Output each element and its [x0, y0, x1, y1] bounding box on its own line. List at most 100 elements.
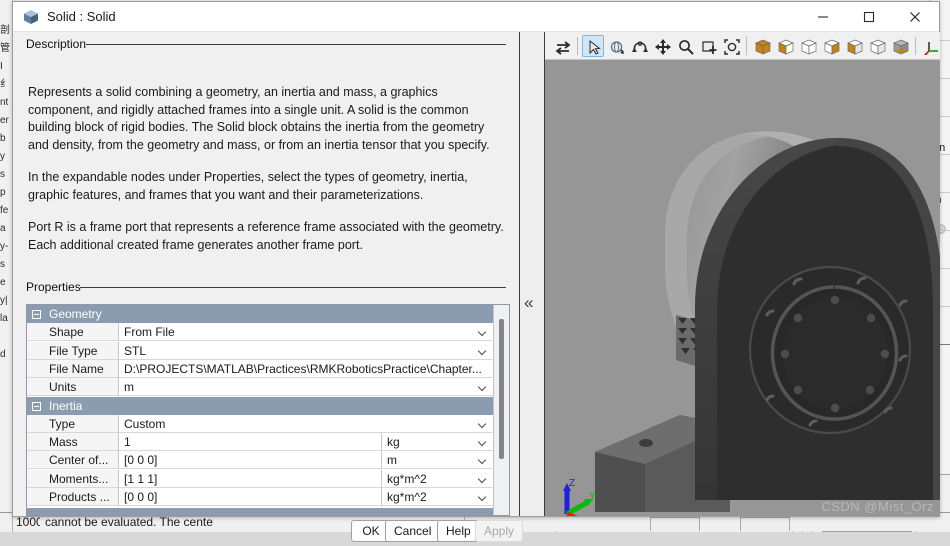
property-name: File Type [49, 343, 98, 358]
solid-geometry-render: Z Y X [545, 60, 940, 516]
background-button-1[interactable] [650, 517, 700, 531]
apply-button: Apply [475, 520, 524, 542]
toggle-panes-icon [555, 41, 571, 55]
property-row[interactable]: Moments... [1 1 1] kg*m^2 [27, 469, 509, 488]
toolbar-separator [746, 37, 747, 55]
view-top-button[interactable] [866, 35, 888, 57]
show-frames-button[interactable] [920, 35, 942, 57]
chevron-down-icon[interactable] [479, 384, 487, 389]
property-value: Custom [124, 416, 166, 431]
cancel-button[interactable]: Cancel [385, 520, 441, 542]
orbit-icon [632, 41, 648, 52]
collapse-expander-icon[interactable] [32, 401, 41, 411]
toggle-panes-button[interactable] [551, 35, 573, 57]
view-front-icon [778, 39, 794, 55]
property-value-cell[interactable]: 1 [119, 433, 381, 452]
help-button[interactable]: Help [437, 520, 480, 542]
property-value: [0 0 0] [124, 490, 158, 504]
chevron-down-icon[interactable] [479, 457, 487, 462]
property-unit: kg*m^2 [387, 490, 427, 504]
property-category-label: Geometry [49, 307, 102, 321]
background-button-2[interactable] [740, 517, 790, 531]
fit-to-view-button[interactable] [720, 35, 742, 57]
view-bottom-button[interactable] [889, 35, 911, 57]
property-row[interactable]: File Type STL [27, 341, 509, 360]
property-unit-cell[interactable]: kg*m^2 [381, 488, 493, 506]
property-row[interactable]: Units m [27, 378, 509, 397]
pan-button[interactable] [651, 35, 673, 57]
chevron-down-icon[interactable] [479, 476, 487, 481]
dialog-title-bar[interactable]: Solid : Solid [13, 2, 939, 32]
maximize-button[interactable] [846, 2, 892, 31]
property-row[interactable]: Products ... [0 0 0] kg*m^2 [27, 488, 509, 506]
property-unit-cell[interactable]: kg [381, 433, 493, 452]
property-value-cell[interactable]: [0 0 0] [119, 488, 381, 506]
properties-grid-footer [27, 508, 509, 515]
property-unit: m [387, 453, 397, 468]
chevron-down-icon[interactable] [479, 348, 487, 353]
property-row[interactable]: Shape From File [27, 323, 509, 342]
select-arrow-button[interactable] [582, 35, 604, 57]
dialog-title: Solid : Solid [47, 9, 116, 24]
view-front-button[interactable] [774, 35, 796, 57]
view-right-button[interactable] [843, 35, 865, 57]
property-name-cell: Units [27, 378, 119, 397]
collapse-expander-icon[interactable] [32, 310, 41, 319]
chevron-down-icon[interactable] [479, 494, 487, 499]
description-paragraph-2: In the expandable nodes under Properties… [28, 170, 468, 202]
property-value-cell[interactable]: m [119, 378, 493, 397]
view-left-button[interactable] [820, 35, 842, 57]
property-value-cell[interactable]: From File [119, 323, 493, 342]
property-value-cell[interactable]: [0 0 0] [119, 451, 381, 470]
property-value-cell[interactable]: Custom [119, 414, 493, 433]
description-group-rule [86, 44, 506, 45]
zoom-region-icon [702, 41, 717, 54]
property-category-geometry[interactable]: Geometry [27, 305, 509, 323]
property-row[interactable]: Mass 1 kg [27, 433, 509, 452]
property-value-cell[interactable]: [1 1 1] [119, 469, 381, 488]
minimize-button[interactable] [800, 2, 846, 31]
zoom-region-button[interactable] [697, 35, 719, 57]
chevron-down-icon[interactable] [479, 439, 487, 444]
close-button[interactable] [892, 2, 938, 31]
properties-scrollbar-thumb[interactable] [499, 319, 504, 459]
property-value-cell[interactable]: STL [119, 341, 493, 360]
property-name: File Name [49, 361, 104, 376]
properties-scrollbar[interactable] [493, 305, 509, 515]
property-unit-cell[interactable]: m [381, 451, 493, 470]
property-name-cell: File Type [27, 341, 119, 360]
property-row[interactable]: Center of... [0 0 0] m [27, 451, 509, 470]
property-row[interactable]: Type Custom [27, 414, 509, 433]
chevron-down-icon[interactable] [479, 329, 487, 334]
properties-group-label: Properties [22, 281, 85, 294]
view-isometric-button[interactable] [751, 35, 773, 57]
axis-label-z: Z [569, 478, 575, 489]
property-category-label: Inertia [49, 398, 83, 413]
property-unit-cell[interactable]: kg*m^2 [381, 469, 493, 488]
view-back-button[interactable] [797, 35, 819, 57]
view-right-icon [847, 39, 863, 55]
property-name-cell: Mass [27, 433, 119, 452]
maximize-icon [863, 11, 875, 22]
view-left-icon [824, 39, 840, 55]
model-viewer-canvas[interactable]: Z Y X CSDN @Mist_Orz [545, 60, 940, 516]
orbit-button[interactable] [628, 35, 650, 57]
rotate-button[interactable] [605, 35, 627, 57]
pane-splitter[interactable]: « [519, 32, 545, 516]
cube-icon [24, 10, 38, 24]
axis-label-y: Y [589, 491, 596, 502]
property-row[interactable]: File Name D:\PROJECTS\MATLAB\Practices\RM… [27, 359, 509, 378]
zoom-button[interactable] [674, 35, 696, 57]
property-category-inertia[interactable]: Inertia [27, 396, 509, 415]
property-name-cell: Type [27, 414, 119, 433]
dialog-button-row: OK Cancel Help Apply [14, 520, 524, 546]
property-value-cell[interactable]: D:\PROJECTS\MATLAB\Practices\RMKRobotics… [119, 359, 493, 378]
properties-grid[interactable]: Geometry Shape From File File Type STL File N… [26, 304, 510, 516]
property-name-cell: File Name [27, 359, 119, 378]
collapse-left-pane-button[interactable]: « [524, 294, 533, 311]
property-value: [1 1 1] [124, 471, 158, 486]
show-frames-icon [924, 42, 938, 55]
rotate-icon [610, 41, 624, 54]
chevron-down-icon[interactable] [479, 421, 487, 426]
description-paragraph-3: Port R is a frame port that represents a… [28, 220, 504, 252]
